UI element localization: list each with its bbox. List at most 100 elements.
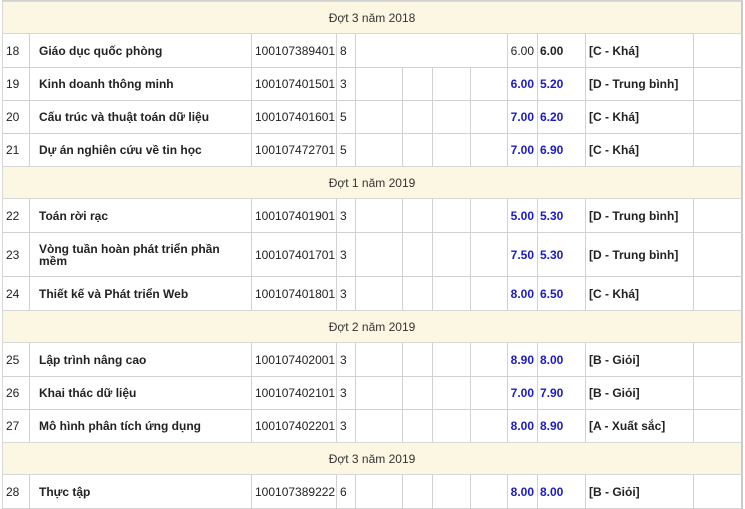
score-10: 7.00 (507, 101, 537, 133)
empty-cell (693, 233, 743, 276)
semester-label: Đợt 2 năm 2019 (328, 319, 416, 334)
empty-cell (402, 68, 432, 100)
course-credits: 5 (336, 101, 355, 133)
row-number: 22 (2, 199, 29, 232)
score-final: 6.20 (537, 101, 585, 133)
score-10: 7.00 (507, 134, 537, 166)
score-final: 7.90 (537, 377, 585, 409)
letter-grade: [A - Xuất sắc] (585, 410, 693, 442)
table-row: 25 Lập trình nâng cao 100107402001 3 8.9… (2, 343, 743, 376)
empty-cell (402, 199, 432, 232)
empty-cell (470, 134, 507, 166)
course-credits: 3 (336, 68, 355, 100)
course-credits: 6 (336, 475, 355, 508)
empty-cell (355, 233, 402, 276)
course-credits: 3 (336, 233, 355, 276)
table-row: 23 Vòng tuần hoàn phát triển phần mềm 10… (2, 233, 743, 276)
course-code: 100107402101 (251, 377, 336, 409)
table-row: 21 Dự án nghiên cứu về tin học 100107472… (2, 134, 743, 166)
course-credits: 5 (336, 134, 355, 166)
row-number: 21 (2, 134, 29, 166)
letter-grade: [B - Giỏi] (585, 343, 693, 376)
empty-cell (355, 199, 402, 232)
course-code: 100107389222 (251, 475, 336, 508)
course-code: 100107401501 (251, 68, 336, 100)
semester-header-row: Đợt 2 năm 2019 (2, 310, 743, 343)
letter-grade: [B - Giỏi] (585, 475, 693, 508)
row-number: 25 (2, 343, 29, 376)
course-code: 100107472701 (251, 134, 336, 166)
letter-grade: [D - Trung bình] (585, 68, 693, 100)
course-credits: 3 (336, 199, 355, 232)
letter-grade: [C - Khá] (585, 101, 693, 133)
empty-cell (432, 233, 470, 276)
course-credits: 3 (336, 277, 355, 310)
empty-cell (693, 199, 743, 232)
empty-cell (693, 68, 743, 100)
course-credits: 8 (336, 34, 355, 67)
score-final: 8.90 (537, 410, 585, 442)
empty-cell (355, 377, 402, 409)
row-number: 20 (2, 101, 29, 133)
table-row: 28 Thực tập 100107389222 6 8.00 8.00 [B … (2, 475, 743, 508)
table-row: 24 Thiết kế và Phát triển Web 1001074018… (2, 277, 743, 310)
score-10: 8.90 (507, 343, 537, 376)
empty-cell (402, 410, 432, 442)
table-row: 20 Cấu trúc và thuật toán dữ liệu 100107… (2, 101, 743, 133)
empty-cell (355, 410, 402, 442)
empty-cell (470, 101, 507, 133)
score-10: 6.00 (507, 34, 537, 67)
semester-header-row: Đợt 3 năm 2018 (2, 1, 743, 34)
score-final: 8.00 (537, 475, 585, 508)
course-name: Giáo dục quốc phòng (29, 34, 251, 67)
empty-cell (432, 343, 470, 376)
empty-cell (693, 410, 743, 442)
semester-header-row: Đợt 1 năm 2019 (2, 166, 743, 199)
score-10: 7.50 (507, 233, 537, 276)
grades-table: Đợt 3 năm 2018 18 Giáo dục quốc phòng 10… (0, 0, 745, 509)
letter-grade: [D - Trung bình] (585, 199, 693, 232)
score-10: 8.00 (507, 277, 537, 310)
empty-cell (402, 134, 432, 166)
course-name: Thực tập (29, 475, 251, 508)
course-name: Mô hình phân tích ứng dụng (29, 410, 251, 442)
score-10: 8.00 (507, 475, 537, 508)
course-code: 100107389401 (251, 34, 336, 67)
semester-header-row: Đợt 3 năm 2019 (2, 442, 743, 475)
score-final: 6.50 (537, 277, 585, 310)
score-final: 6.00 (537, 34, 585, 67)
empty-cell (355, 34, 507, 67)
empty-cell (470, 410, 507, 442)
empty-cell (402, 377, 432, 409)
course-name: Toán rời rạc (29, 199, 251, 232)
score-final: 5.20 (537, 68, 585, 100)
empty-cell (432, 68, 470, 100)
course-credits: 3 (336, 410, 355, 442)
course-code: 100107402001 (251, 343, 336, 376)
empty-cell (693, 343, 743, 376)
empty-cell (470, 277, 507, 310)
empty-cell (432, 475, 470, 508)
score-10: 7.00 (507, 377, 537, 409)
empty-cell (693, 277, 743, 310)
empty-cell (693, 101, 743, 133)
score-final: 5.30 (537, 199, 585, 232)
table-row: 22 Toán rời rạc 100107401901 3 5.00 5.30… (2, 199, 743, 232)
row-number: 24 (2, 277, 29, 310)
course-code: 100107402201 (251, 410, 336, 442)
empty-cell (693, 377, 743, 409)
course-code: 100107401601 (251, 101, 336, 133)
score-final: 6.90 (537, 134, 585, 166)
empty-cell (355, 68, 402, 100)
empty-cell (402, 233, 432, 276)
letter-grade: [D - Trung bình] (585, 233, 693, 276)
empty-cell (470, 475, 507, 508)
table-row: 19 Kinh doanh thông minh 100107401501 3 … (2, 68, 743, 100)
semester-label: Đợt 3 năm 2018 (328, 10, 416, 25)
score-10: 8.00 (507, 410, 537, 442)
score-10: 5.00 (507, 199, 537, 232)
letter-grade: [C - Khá] (585, 277, 693, 310)
empty-cell (432, 134, 470, 166)
empty-cell (432, 101, 470, 133)
course-name: Cấu trúc và thuật toán dữ liệu (29, 101, 251, 133)
